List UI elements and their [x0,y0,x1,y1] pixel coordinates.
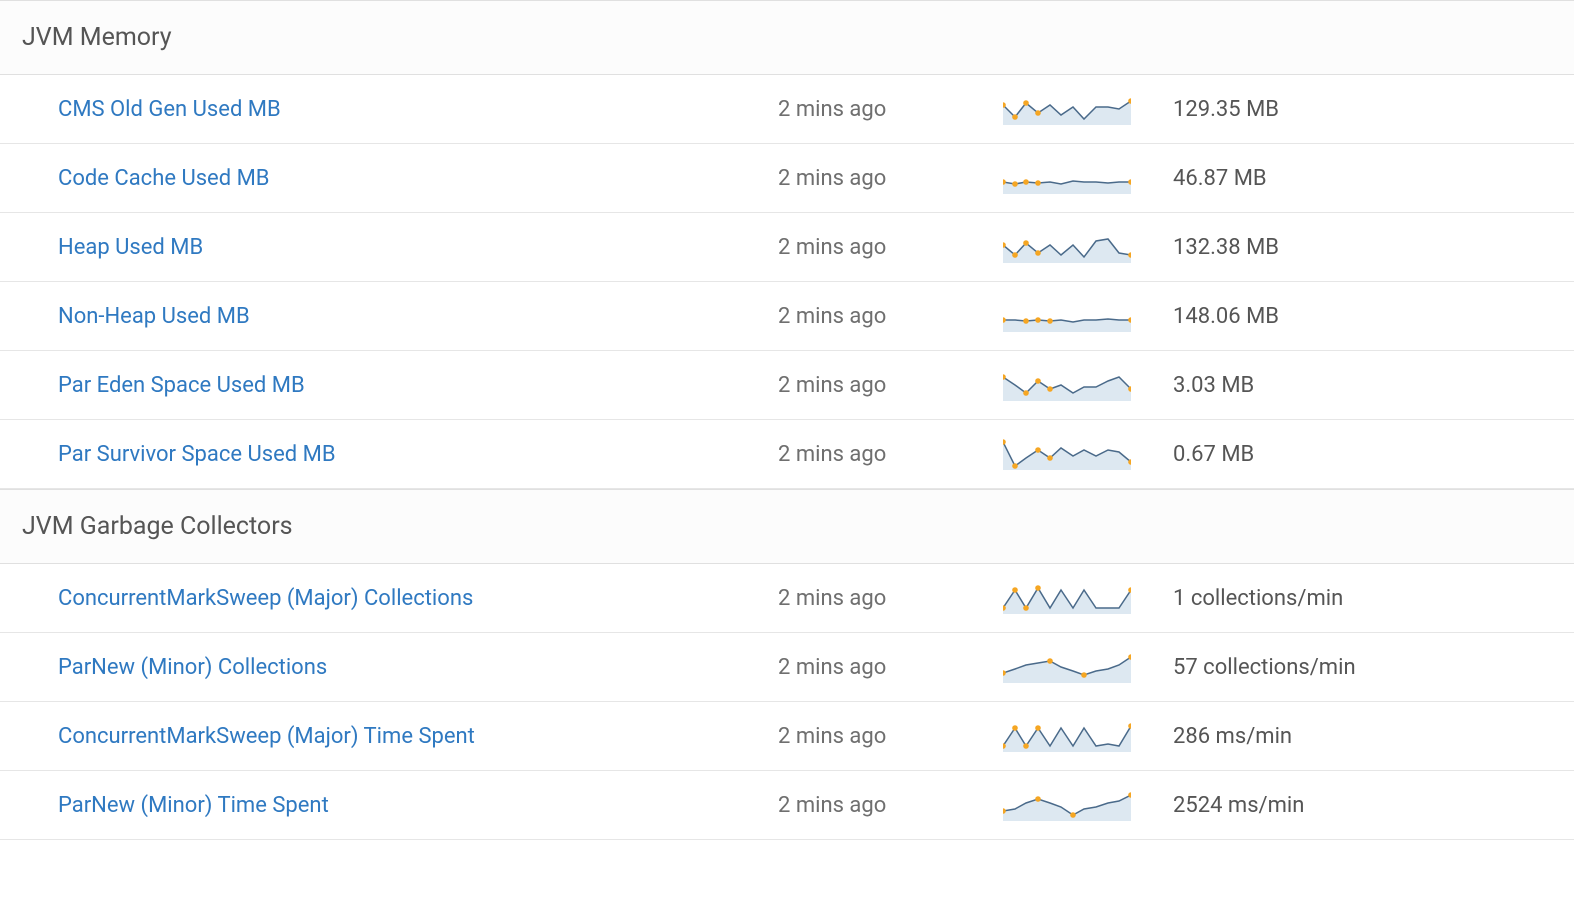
metric-name-cell: Non-Heap Used MB [58,304,778,329]
metric-link[interactable]: ParNew (Minor) Collections [58,655,327,680]
metric-time: 2 mins ago [778,304,1003,329]
metric-row: Par Eden Space Used MB 2 mins ago 3.03 MB [0,351,1574,420]
metric-link[interactable]: Heap Used MB [58,235,203,260]
metric-link[interactable]: ConcurrentMarkSweep (Major) Time Spent [58,724,475,749]
metric-row: ParNew (Minor) Collections 2 mins ago 57 … [0,633,1574,702]
metric-value: 2524 ms/min [1173,793,1552,818]
metric-value: 57 collections/min [1173,655,1552,680]
metric-sparkline[interactable] [1003,649,1173,685]
sparkline-icon [1003,160,1131,196]
metric-sparkline[interactable] [1003,229,1173,265]
metric-value: 286 ms/min [1173,724,1552,749]
metric-sparkline[interactable] [1003,436,1173,472]
metric-sparkline[interactable] [1003,718,1173,754]
metric-row: ConcurrentMarkSweep (Major) Collections 2… [0,564,1574,633]
metric-time: 2 mins ago [778,655,1003,680]
metric-sparkline[interactable] [1003,298,1173,334]
metric-value: 148.06 MB [1173,304,1552,329]
metric-link[interactable]: ParNew (Minor) Time Spent [58,793,329,818]
sparkline-icon [1003,91,1131,127]
metric-value: 1 collections/min [1173,586,1552,611]
metric-row: Heap Used MB 2 mins ago 132.38 MB [0,213,1574,282]
metric-value: 0.67 MB [1173,442,1552,467]
metric-value: 132.38 MB [1173,235,1552,260]
metric-time: 2 mins ago [778,793,1003,818]
metric-sparkline[interactable] [1003,787,1173,823]
metric-name-cell: ParNew (Minor) Time Spent [58,793,778,818]
metric-row: Code Cache Used MB 2 mins ago 46.87 MB [0,144,1574,213]
metric-link[interactable]: CMS Old Gen Used MB [58,97,281,122]
metric-link[interactable]: Par Eden Space Used MB [58,373,305,398]
metric-time: 2 mins ago [778,724,1003,749]
metric-sparkline[interactable] [1003,160,1173,196]
sparkline-icon [1003,718,1131,754]
metric-name-cell: ConcurrentMarkSweep (Major) Collections [58,586,778,611]
metric-value: 46.87 MB [1173,166,1552,191]
metric-row: CMS Old Gen Used MB 2 mins ago 129.35 MB [0,75,1574,144]
sparkline-icon [1003,436,1131,472]
section-header: JVM Garbage Collectors [0,489,1574,564]
metric-name-cell: Par Eden Space Used MB [58,373,778,398]
metric-time: 2 mins ago [778,235,1003,260]
metric-value: 129.35 MB [1173,97,1552,122]
metric-row: Par Survivor Space Used MB 2 mins ago 0.6… [0,420,1574,489]
metric-name-cell: Par Survivor Space Used MB [58,442,778,467]
metric-row: ConcurrentMarkSweep (Major) Time Spent 2 … [0,702,1574,771]
metric-link[interactable]: Non-Heap Used MB [58,304,250,329]
metric-name-cell: Heap Used MB [58,235,778,260]
metric-name-cell: Code Cache Used MB [58,166,778,191]
sparkline-icon [1003,649,1131,685]
metric-row: Non-Heap Used MB 2 mins ago 148.06 MB [0,282,1574,351]
sparkline-icon [1003,787,1131,823]
sparkline-icon [1003,367,1131,403]
metric-time: 2 mins ago [778,166,1003,191]
metric-sparkline[interactable] [1003,91,1173,127]
metric-sparkline[interactable] [1003,367,1173,403]
metric-sparkline[interactable] [1003,580,1173,616]
metric-value: 3.03 MB [1173,373,1552,398]
metric-name-cell: ConcurrentMarkSweep (Major) Time Spent [58,724,778,749]
metric-time: 2 mins ago [778,586,1003,611]
metric-name-cell: ParNew (Minor) Collections [58,655,778,680]
sparkline-icon [1003,580,1131,616]
sparkline-icon [1003,298,1131,334]
metric-name-cell: CMS Old Gen Used MB [58,97,778,122]
metric-time: 2 mins ago [778,373,1003,398]
metric-link[interactable]: ConcurrentMarkSweep (Major) Collections [58,586,473,611]
metric-link[interactable]: Par Survivor Space Used MB [58,442,336,467]
sparkline-icon [1003,229,1131,265]
section-header: JVM Memory [0,0,1574,75]
metric-link[interactable]: Code Cache Used MB [58,166,270,191]
metric-time: 2 mins ago [778,442,1003,467]
metric-row: ParNew (Minor) Time Spent 2 mins ago 2524… [0,771,1574,840]
metric-time: 2 mins ago [778,97,1003,122]
